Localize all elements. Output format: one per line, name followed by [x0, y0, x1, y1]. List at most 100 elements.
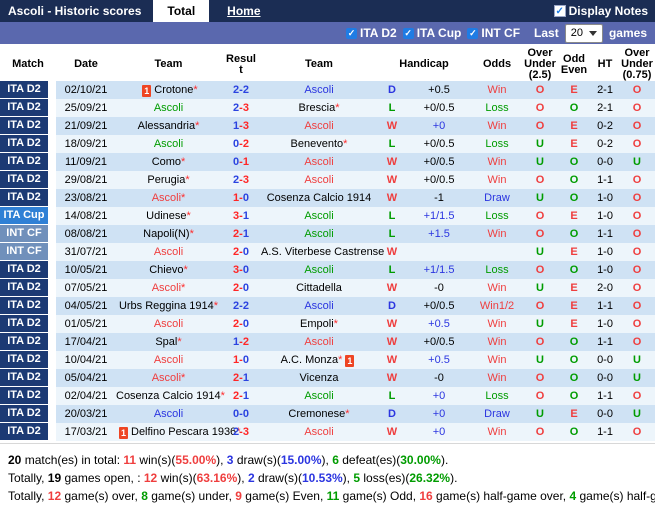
- ht-over-under-075: U: [619, 351, 655, 369]
- filter-label: ITA Cup: [416, 26, 462, 40]
- result-letter: W: [377, 171, 407, 189]
- away-team: Benevento*: [261, 135, 377, 153]
- result-letter: L: [377, 99, 407, 117]
- team-name: Ascoli: [304, 174, 334, 186]
- table-row: INT CF 31/07/21 Ascoli 2-0 A.S. Viterbese Ca…: [0, 243, 655, 261]
- over-under-25: O: [523, 333, 558, 351]
- odd-even: O: [557, 171, 592, 189]
- team-name: Cremonese: [288, 408, 346, 420]
- home-team: Ascoli*: [116, 369, 221, 387]
- team-name: Benevento: [290, 138, 344, 150]
- handicap-value: +0: [407, 387, 472, 405]
- odd-even: O: [557, 99, 592, 117]
- result-score: 2-1: [221, 225, 261, 243]
- handicap-value: +0: [407, 117, 472, 135]
- col-match: Match: [12, 58, 44, 70]
- over-under-25: U: [523, 153, 558, 171]
- team-name: Urbs Reggina 1914: [118, 300, 214, 312]
- home-team: Chievo*: [116, 261, 221, 279]
- title-bar: Ascoli - Historic scores Total Home ✓ Di…: [0, 0, 655, 22]
- over-under-25: O: [523, 81, 558, 99]
- league-badge: ITA Cup: [0, 207, 48, 225]
- scores-table: Match Date Team Result Team Handicap Odd…: [0, 48, 655, 441]
- ht-over-under-075: O: [619, 387, 655, 405]
- asterisk-marker: *: [189, 228, 194, 240]
- filter-ita-d2[interactable]: ✓ ITA D2: [346, 26, 397, 40]
- match-date: 29/08/21: [56, 171, 116, 189]
- over-under-25: O: [523, 297, 558, 315]
- away-team: Ascoli: [261, 171, 377, 189]
- league-badge: INT CF: [0, 225, 48, 243]
- table-row: ITA D2 11/09/21 Como* 0-1 Ascoli W +0/0.5 Win U O…: [0, 153, 655, 171]
- over-under-25: O: [523, 171, 558, 189]
- odds-result: Draw: [471, 189, 524, 207]
- filter-bar: ✓ ITA D2 ✓ ITA Cup ✓ INT CF Last 20 game…: [0, 22, 655, 44]
- match-date: 02/10/21: [56, 81, 116, 99]
- asterisk-marker: *: [186, 210, 191, 222]
- home-team: Cosenza Calcio 1914*: [116, 387, 225, 405]
- home-team: Ascoli: [116, 351, 221, 369]
- half-time-score: 0-2: [591, 117, 620, 135]
- tab-total[interactable]: Total: [153, 0, 210, 22]
- checkbox-checked-icon[interactable]: ✓: [346, 27, 358, 39]
- half-time-score: 1-1: [591, 333, 620, 351]
- result-score: 2-1: [221, 387, 261, 405]
- odd-even: O: [557, 225, 592, 243]
- result-score: 1-2: [221, 333, 261, 351]
- tab-home[interactable]: Home: [213, 0, 274, 22]
- match-date: 14/08/21: [56, 207, 116, 225]
- team-name: Napoli(N): [143, 228, 190, 240]
- half-time-score: 1-1: [591, 297, 620, 315]
- over-under-25: U: [523, 405, 558, 423]
- half-time-score: 0-0: [591, 351, 620, 369]
- home-team: Udinese*: [116, 207, 221, 225]
- table-row: ITA D2 05/04/21 Ascoli* 2-1 Vicenza W -0 Win O O 0…: [0, 369, 655, 387]
- filter-ita-cup[interactable]: ✓ ITA Cup: [402, 26, 462, 40]
- match-date: 05/04/21: [56, 369, 116, 387]
- over-under-25: O: [523, 117, 558, 135]
- handicap-value: +1.5: [407, 225, 472, 243]
- table-row: ITA D2 02/10/21 1 Crotone* 2-2 Ascoli D +0.5 Win…: [0, 81, 655, 99]
- table-row: ITA D2 07/05/21 Ascoli* 2-0 Cittadella W -0 Win…: [0, 279, 655, 297]
- team-name: Ascoli: [304, 210, 334, 222]
- table-row: ITA D2 23/08/21 Ascoli* 1-0 Cosenza Calcio 1…: [0, 189, 655, 207]
- result-score: 2-0: [221, 279, 261, 297]
- checkbox-checked-icon[interactable]: ✓: [402, 27, 414, 39]
- team-name: Ascoli: [304, 426, 334, 438]
- display-notes-toggle[interactable]: ✓ Display Notes: [553, 4, 655, 18]
- odds-result: Win: [471, 333, 524, 351]
- away-goals: 0: [242, 192, 249, 204]
- half-time-score: 2-0: [591, 279, 620, 297]
- odds-result: Win: [471, 423, 524, 441]
- home-team: Spal*: [116, 333, 221, 351]
- result-score: 2-1: [221, 369, 261, 387]
- team-name: Udinese: [146, 210, 187, 222]
- league-badge: ITA D2: [0, 333, 48, 351]
- away-team: Ascoli: [261, 153, 377, 171]
- odd-even: E: [557, 81, 592, 99]
- handicap-value: +0/0.5: [407, 171, 472, 189]
- asterisk-marker: *: [345, 408, 350, 420]
- result-letter: D: [377, 405, 407, 423]
- match-date: 10/04/21: [56, 351, 116, 369]
- odd-even: O: [557, 423, 592, 441]
- table-row: ITA D2 10/05/21 Chievo* 3-0 Ascoli L +1/1.5 Los…: [0, 261, 655, 279]
- away-goals: 1: [242, 210, 249, 222]
- odd-even: E: [557, 243, 592, 261]
- half-time-score: 2-1: [591, 99, 620, 117]
- handicap-value: +0.5: [407, 81, 472, 99]
- result-score: 0-0: [221, 405, 261, 423]
- team-name: Ascoli: [153, 408, 184, 420]
- odd-even: O: [557, 189, 592, 207]
- checkbox-checked-icon[interactable]: ✓: [553, 5, 566, 17]
- filter-int-cf[interactable]: ✓ INT CF: [467, 26, 520, 40]
- odd-even: E: [557, 405, 592, 423]
- table-body: ITA D2 02/10/21 1 Crotone* 2-2 Ascoli D +0.5 Win…: [0, 81, 655, 441]
- games-count-select[interactable]: 20: [564, 23, 603, 43]
- result-letter: W: [377, 117, 407, 135]
- team-name: Ascoli: [304, 120, 334, 132]
- checkbox-checked-icon[interactable]: ✓: [467, 27, 479, 39]
- col-ht: HT: [597, 58, 613, 70]
- result-score: 3-0: [221, 261, 261, 279]
- odds-result: Loss: [471, 387, 524, 405]
